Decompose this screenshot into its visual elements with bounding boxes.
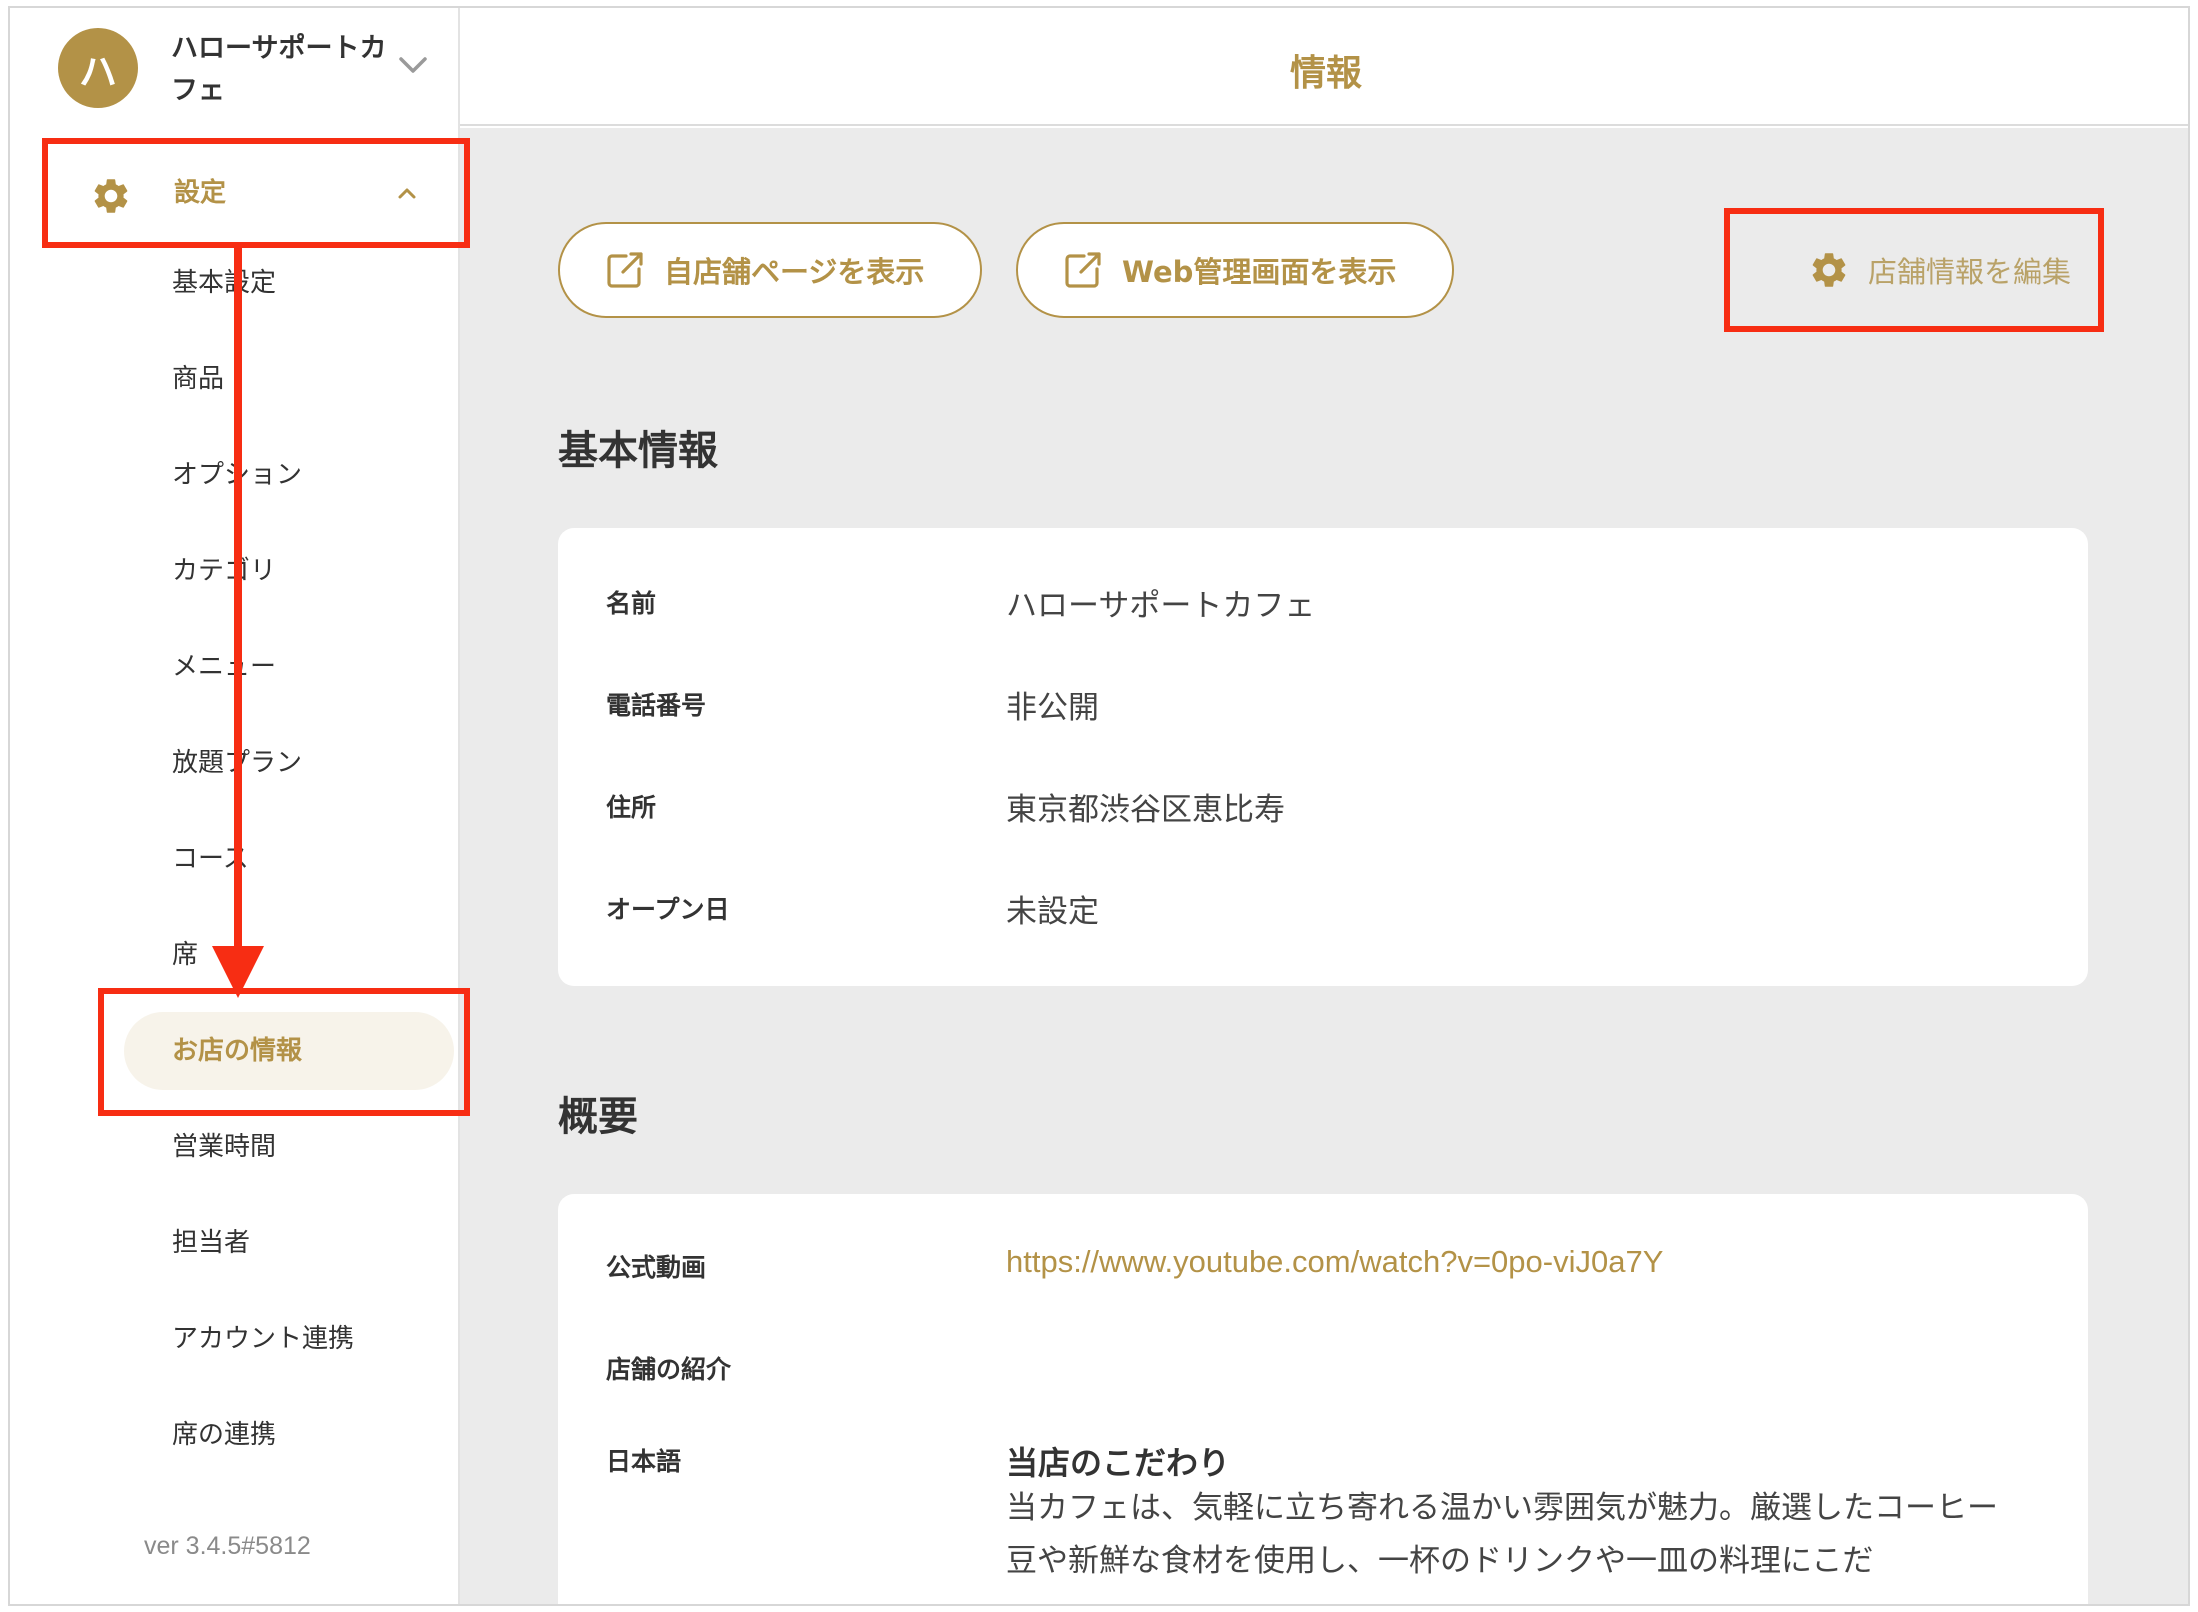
basic-info-heading: 基本情報 [558, 428, 718, 474]
name-label: 名前 [606, 589, 657, 618]
sidebar-item-seat-link[interactable]: 席の連携 [124, 1396, 454, 1474]
down-arrow-annotation [212, 246, 264, 998]
sidebar-item-courses[interactable]: コース [124, 820, 454, 898]
main-content: 自店舗ページを表示 Web管理画面を表示 店舗情報を編集 基本情報 名前 ハロー… [460, 128, 2188, 1604]
sidebar-item-seats[interactable]: 席 [124, 916, 454, 994]
phone-label: 電話番号 [606, 691, 707, 720]
sidebar-item-basic-settings[interactable]: 基本設定 [124, 244, 454, 322]
name-value: ハローサポートカフェ [1006, 588, 1316, 624]
overview-heading: 概要 [558, 1094, 638, 1140]
store-switcher[interactable]: ハ ハローサポートカフェ [58, 28, 438, 108]
description-text: 当カフェは、気軽に立ち寄れる温かい雰囲気が魅力。厳選したコーヒー豆や新鮮な食材を… [1006, 1490, 1998, 1579]
phone-value: 非公開 [1006, 690, 1099, 726]
highlight-box [98, 988, 470, 1116]
sidebar-item-account-link[interactable]: アカウント連携 [124, 1300, 454, 1378]
open-date-value: 未設定 [1006, 894, 1099, 930]
description-heading: 当店のこだわり [1006, 1444, 1231, 1482]
page-header: 情報 [460, 8, 2188, 126]
external-link-icon [1065, 252, 1101, 288]
sidebar-item-categories[interactable]: カテゴリ [124, 532, 454, 610]
app-window: ハ ハローサポートカフェ 設定 基本設定 商品 オプション カテゴリ メニュー … [8, 6, 2190, 1606]
video-link[interactable]: https://www.youtube.com/watch?v=0po-viJ0… [1006, 1244, 1663, 1280]
sidebar-item-options[interactable]: オプション [124, 436, 454, 514]
chevron-down-icon[interactable] [396, 50, 430, 80]
external-link-icon [607, 252, 643, 288]
sidebar-item-products[interactable]: 商品 [124, 340, 454, 418]
view-web-admin-button[interactable]: Web管理画面を表示 [1016, 222, 1454, 318]
address-value: 東京都渋谷区恵比寿 [1006, 792, 1285, 828]
version-label: ver 3.4.5#5812 [144, 1532, 311, 1560]
button-label: Web管理画面を表示 [1122, 255, 1397, 289]
sidebar-item-menu[interactable]: メニュー [124, 628, 454, 706]
highlight-box [42, 138, 470, 248]
avatar: ハ [58, 28, 138, 108]
open-date-label: オープン日 [606, 895, 730, 924]
store-name: ハローサポートカフェ [171, 33, 387, 106]
button-label: 自店舗ページを表示 [664, 255, 925, 289]
sidebar-item-business-hours[interactable]: 営業時間 [124, 1108, 454, 1186]
language-label: 日本語 [606, 1447, 682, 1476]
overview-card: 公式動画 https://www.youtube.com/watch?v=0po… [558, 1194, 2088, 1604]
page-title: 情報 [1289, 53, 1362, 94]
sidebar-item-all-you-can-plans[interactable]: 放題プラン [124, 724, 454, 802]
view-store-page-button[interactable]: 自店舗ページを表示 [558, 222, 982, 318]
sidebar-item-staff[interactable]: 担当者 [124, 1204, 454, 1282]
highlight-box [1724, 208, 2104, 332]
video-label: 公式動画 [606, 1253, 707, 1282]
intro-label: 店舗の紹介 [606, 1355, 732, 1384]
basic-info-card: 名前 ハローサポートカフェ 電話番号 非公開 住所 東京都渋谷区恵比寿 オープン… [558, 528, 2088, 986]
address-label: 住所 [606, 793, 657, 822]
